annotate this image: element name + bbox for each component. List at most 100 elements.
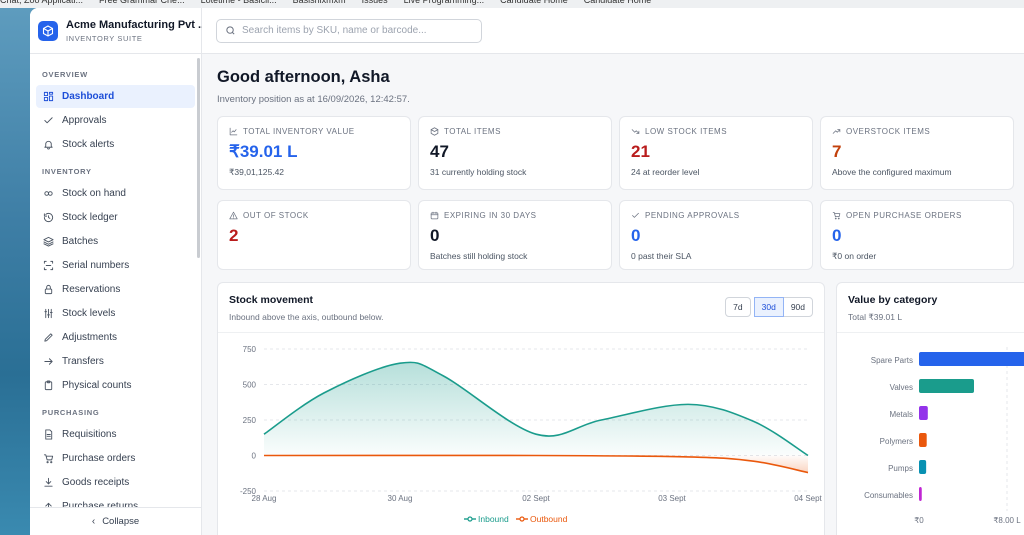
x-tick-label: 03 Sept (658, 494, 686, 503)
collapse-button[interactable]: ‹ Collapse (30, 507, 201, 535)
bookmark-item[interactable]: Candidate Home (584, 0, 652, 5)
sidebar-item-purchase-returns[interactable]: Purchase returns (36, 495, 195, 507)
kpi-subtext: ₹0 on order (832, 251, 877, 261)
range-button-30d[interactable]: 30d (753, 297, 784, 317)
value-by-category-chart: Spare Parts Valves Metals Polymers Pumps Cons… (864, 347, 1024, 525)
sidebar-item-label: Requisitions (62, 429, 117, 440)
trend-down-icon (631, 127, 645, 136)
clipboard-icon (42, 380, 54, 392)
kpi-card-expiring-in-30-days[interactable]: EXPIRING IN 30 DAYS 0 Batches still holdin… (418, 200, 612, 270)
arrow-right-icon (42, 356, 54, 368)
bookmarks-bar: Chat, Zoo Applicati... Free Grammar Che..… (0, 0, 1024, 8)
main-content: Good afternoon, Asha Inventory position … (202, 8, 1024, 535)
sliders-icon (42, 308, 54, 320)
sidebar-item-label: Stock on hand (62, 188, 126, 199)
sidebar-scrollbar[interactable] (197, 58, 200, 258)
sidebar-item-physical-counts[interactable]: Physical counts (36, 374, 195, 397)
lock-icon (42, 284, 54, 296)
kpi-label-text: OVERSTOCK ITEMS (846, 127, 931, 136)
stock-movement-header: Stock movement Inbound above the axis, o… (218, 283, 824, 333)
legend-item-inbound: Inbound (464, 514, 509, 524)
bar-consumables (919, 487, 922, 501)
value-by-category-title: Value by category (848, 294, 938, 306)
sidebar-item-purchase-orders[interactable]: Purchase orders (36, 447, 195, 470)
document-icon (42, 429, 54, 441)
legend-item-outbound: Outbound (516, 514, 568, 524)
bookmark-item[interactable]: Candidate Home (500, 0, 568, 5)
kpi-card-low-stock-items[interactable]: LOW STOCK ITEMS 21 24 at reorder level (619, 116, 813, 190)
search-box[interactable] (216, 18, 482, 43)
bar-polymers (919, 433, 927, 447)
value-by-category-header: Value by category Total ₹39.01 L (837, 283, 1024, 333)
sidebar-item-approvals[interactable]: Approvals (36, 109, 195, 132)
x-tick-label: ₹0 (914, 516, 924, 525)
x-tick-label: 02 Sept (522, 494, 550, 503)
sidebar-item-batches[interactable]: Batches (36, 230, 195, 253)
scan-icon (42, 260, 54, 272)
brand-header[interactable]: Acme Manufacturing Pvt ... INVENTORY SUI… (30, 8, 207, 54)
sidebar-item-serial-numbers[interactable]: Serial numbers (36, 254, 195, 277)
sidebar-item-dashboard[interactable]: Dashboard (36, 85, 195, 108)
sidebar-item-adjustments[interactable]: Adjustments (36, 326, 195, 349)
kpi-label-text: TOTAL ITEMS (444, 127, 501, 136)
nav-section-title: PURCHASING (42, 408, 100, 417)
sidebar-item-stock-on-hand[interactable]: Stock on hand (36, 182, 195, 205)
kpi-card-pending-approvals[interactable]: PENDING APPROVALS 0 0 past their SLA (619, 200, 813, 270)
bookmark-item[interactable]: Free Grammar Che... (99, 0, 185, 5)
kpi-label: OPEN PURCHASE ORDERS (832, 211, 1002, 220)
sidebar-item-stock-alerts[interactable]: Stock alerts (36, 133, 195, 156)
sidebar-item-transfers[interactable]: Transfers (36, 350, 195, 373)
kpi-card-total-items[interactable]: TOTAL ITEMS 47 31 currently holding stock (418, 116, 612, 190)
bookmark-item[interactable]: Basisnixmxm (293, 0, 346, 5)
kpi-label-text: OUT OF STOCK (243, 211, 309, 220)
series-line-outbound (263, 454, 809, 474)
kpi-label-text: LOW STOCK ITEMS (645, 127, 728, 136)
range-toggle: 7d 30d 90d (725, 297, 813, 317)
kpi-subtext: ₹39,01,125.42 (229, 167, 285, 177)
category-label: Pumps (888, 464, 913, 473)
category-label: Valves (890, 383, 913, 392)
kpi-value: 0 (430, 226, 440, 245)
category-label: Consumables (864, 491, 913, 500)
bookmark-item[interactable]: Chat, Zoo Applicati... (0, 0, 83, 5)
sidebar-item-stock-levels[interactable]: Stock levels (36, 302, 195, 325)
range-button-90d[interactable]: 90d (782, 297, 813, 317)
sidebar: Acme Manufacturing Pvt ... INVENTORY SUI… (30, 8, 207, 535)
bookmark-item[interactable]: Lotetime - Basicii... (201, 0, 277, 5)
kpi-value: ₹39.01 L (229, 142, 298, 161)
y-tick-label: 0 (252, 452, 257, 461)
download-icon (42, 477, 54, 489)
bookmark-item[interactable]: Issues (362, 0, 388, 5)
sidebar-item-label: Physical counts (62, 380, 132, 391)
kpi-card-out-of-stock[interactable]: OUT OF STOCK 2 (217, 200, 411, 270)
sidebar-item-goods-receipts[interactable]: Goods receipts (36, 471, 195, 494)
box-logo-icon (38, 20, 58, 41)
x-tick-label: 30 Aug (388, 494, 413, 503)
range-button-7d[interactable]: 7d (725, 297, 751, 317)
y-tick-label: 750 (243, 345, 257, 354)
sidebar-item-reservations[interactable]: Reservations (36, 278, 195, 301)
kpi-card-open-purchase-orders[interactable]: OPEN PURCHASE ORDERS 0 ₹0 on order (820, 200, 1014, 270)
x-tick-label: ₹8.00 L (993, 516, 1021, 525)
kpi-card-total-inventory-value[interactable]: TOTAL INVENTORY VALUE ₹39.01 L ₹39,01,125.… (217, 116, 411, 190)
layers-icon (42, 236, 54, 248)
category-label: Metals (889, 410, 913, 419)
x-tick-label: 28 Aug (252, 494, 277, 503)
cart-icon (42, 453, 54, 465)
sidebar-item-requisitions[interactable]: Requisitions (36, 423, 195, 446)
kpi-value: 47 (430, 142, 449, 161)
bar-pumps (919, 460, 927, 474)
kpi-card-overstock-items[interactable]: OVERSTOCK ITEMS 7 Above the configured max… (820, 116, 1014, 190)
greeting-subtitle: Inventory position as at 16/09/2026, 12:… (217, 94, 410, 105)
sidebar-item-label: Approvals (62, 115, 107, 126)
category-label: Spare Parts (871, 356, 913, 365)
trend-up-icon (832, 127, 846, 136)
kpi-label: LOW STOCK ITEMS (631, 127, 801, 136)
search-input[interactable] (242, 25, 462, 36)
sidebar-item-stock-ledger[interactable]: Stock ledger (36, 206, 195, 229)
kpi-label-text: OPEN PURCHASE ORDERS (846, 211, 962, 220)
y-tick-label: 250 (243, 416, 257, 425)
value-by-category-card: Value by category Total ₹39.01 L Spare P… (836, 282, 1024, 535)
bookmark-item[interactable]: Live Programming... (404, 0, 485, 5)
warning-icon (229, 211, 243, 220)
